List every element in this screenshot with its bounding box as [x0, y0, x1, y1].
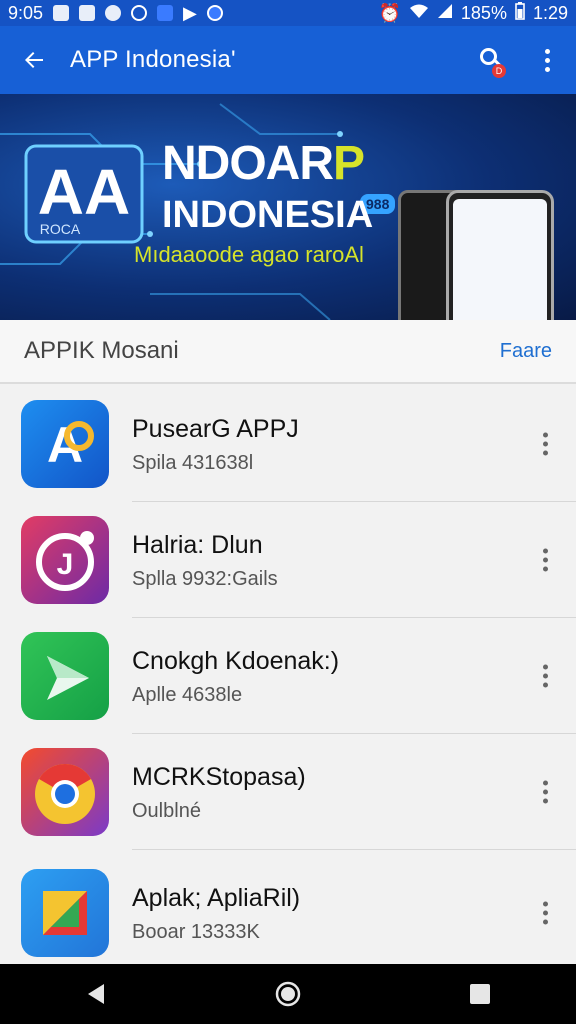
overflow-dot: [543, 901, 548, 907]
system-nav-bar: [0, 964, 576, 1024]
overflow-dot: [543, 919, 548, 925]
notification-icon: [131, 5, 148, 21]
colorful-triangle-icon: [21, 869, 109, 957]
notification-icon: [53, 5, 70, 21]
notification-icon: [79, 5, 96, 21]
svg-text:J: J: [57, 548, 74, 581]
overflow-dot: [543, 450, 548, 456]
alarm-icon: ⏰: [378, 2, 401, 23]
overflow-dot: [543, 441, 548, 447]
banner-subtitle: INDONESIA: [162, 194, 374, 236]
overflow-dot: [543, 682, 548, 688]
banner-tagline: Mıdaaoode agao raroAl: [134, 242, 364, 267]
overflow-dot: [543, 432, 548, 438]
overflow-dot: [543, 557, 548, 563]
overflow-menu-button[interactable]: [532, 48, 562, 72]
list-item[interactable]: MCRKStopasa) Oulblné: [0, 734, 576, 850]
status-bar: 9:05 ▶ ⏰ 185% 1:29: [0, 0, 576, 26]
app-bar-actions: D: [474, 42, 562, 78]
search-button[interactable]: D: [474, 42, 510, 78]
app-meta: Booar 13333K: [132, 920, 260, 943]
banner-title-main: NDOAR: [162, 137, 334, 190]
nav-back-button[interactable]: [76, 974, 116, 1014]
overflow-dot: [544, 66, 550, 72]
chrome-like-icon: [21, 748, 109, 836]
logo-sub: ROCA: [40, 221, 81, 237]
app-text: PusearG APPJ Spila 431638l: [132, 414, 299, 475]
notification-icon: [206, 5, 223, 21]
phone-illustration: [446, 190, 554, 320]
overflow-dot: [543, 673, 548, 679]
section-action-link[interactable]: Faare: [500, 340, 552, 363]
list-item[interactable]: A PusearG APPJ Spila 431638l: [0, 386, 576, 502]
overflow-dot: [543, 780, 548, 786]
overflow-dot: [543, 910, 548, 916]
back-triangle-icon: [88, 984, 104, 1004]
app-name: Halria: Dlun: [132, 530, 263, 559]
app-meta: Splla 9932:Gails: [132, 567, 278, 590]
send-arrow-icon: [21, 632, 109, 720]
banner-title: NDOARP: [162, 137, 365, 190]
app-list: A PusearG APPJ Spila 431638l J Halria: D…: [0, 386, 576, 976]
back-arrow-icon: [25, 52, 43, 68]
app-text: Halria: Dlun Splla 9932:Gails: [132, 530, 278, 591]
item-menu-button[interactable]: [543, 901, 548, 925]
wifi-icon: [409, 3, 429, 24]
section-title: APPIK Mosani: [24, 337, 179, 364]
phone-screen: [453, 199, 547, 320]
back-button[interactable]: [14, 40, 54, 80]
app-text: Cnokgh Kdoenak:) Aplle 4638le: [132, 646, 339, 707]
overflow-dot: [544, 48, 550, 54]
app-bar: APP Indonesia' D: [0, 26, 576, 94]
app-name: PusearG APPJ: [132, 414, 299, 443]
overflow-dot: [543, 548, 548, 554]
app-name: MCRKStopasa): [132, 762, 306, 791]
notification-badge: D: [492, 64, 506, 78]
app-text: MCRKStopasa) Oulblné: [132, 762, 306, 823]
item-menu-button[interactable]: [543, 548, 548, 572]
play-icon: ▶: [183, 2, 197, 23]
j-circle-logo-icon: J: [21, 516, 109, 604]
overflow-dot: [543, 664, 548, 670]
battery-percent: 185%: [460, 2, 507, 23]
app-meta: Spila 431638l: [132, 451, 254, 474]
status-time-left: 9:05: [8, 2, 44, 23]
aa-logo-icon: AA ROCA: [24, 144, 144, 244]
blue-a-logo-icon: A: [21, 400, 109, 488]
app-name: Cnokgh Kdoenak:): [132, 646, 340, 675]
notification-icon: [157, 5, 174, 21]
app-text: Aplak; ApliaRil) Booar 13333K: [132, 883, 300, 944]
list-item[interactable]: Aplak; ApliaRil) Booar 13333K: [0, 850, 576, 976]
list-item[interactable]: J Halria: Dlun Splla 9932:Gails: [0, 502, 576, 618]
signal-icon: [437, 3, 453, 24]
nav-home-button[interactable]: [268, 974, 308, 1014]
item-menu-button[interactable]: [543, 780, 548, 804]
app-meta: Aplle 4638le: [132, 683, 243, 706]
overflow-dot: [543, 789, 548, 795]
item-menu-button[interactable]: [543, 664, 548, 688]
app-meta: Oulblné: [132, 799, 201, 822]
item-menu-button[interactable]: [543, 432, 548, 456]
battery-icon: [515, 1, 525, 25]
overflow-dot: [543, 798, 548, 804]
list-item[interactable]: Cnokgh Kdoenak:) Aplle 4638le: [0, 618, 576, 734]
notification-icon: [105, 5, 122, 21]
home-circle-icon: [275, 981, 301, 1007]
nav-recents-button[interactable]: [460, 974, 500, 1014]
overflow-dot: [544, 57, 550, 63]
banner-title-p: P: [333, 137, 365, 190]
page-title: APP Indonesia': [70, 46, 236, 73]
app-name: Aplak; ApliaRil): [132, 883, 301, 912]
logo-text: AA: [38, 156, 130, 228]
section-header: APPIK Mosani Faare: [0, 320, 576, 384]
status-left: 9:05 ▶: [8, 3, 223, 24]
status-time-right: 1:29: [532, 2, 568, 23]
overflow-dot: [543, 566, 548, 572]
recents-square-icon: [470, 984, 490, 1004]
status-right: ⏰ 185% 1:29: [378, 1, 568, 25]
